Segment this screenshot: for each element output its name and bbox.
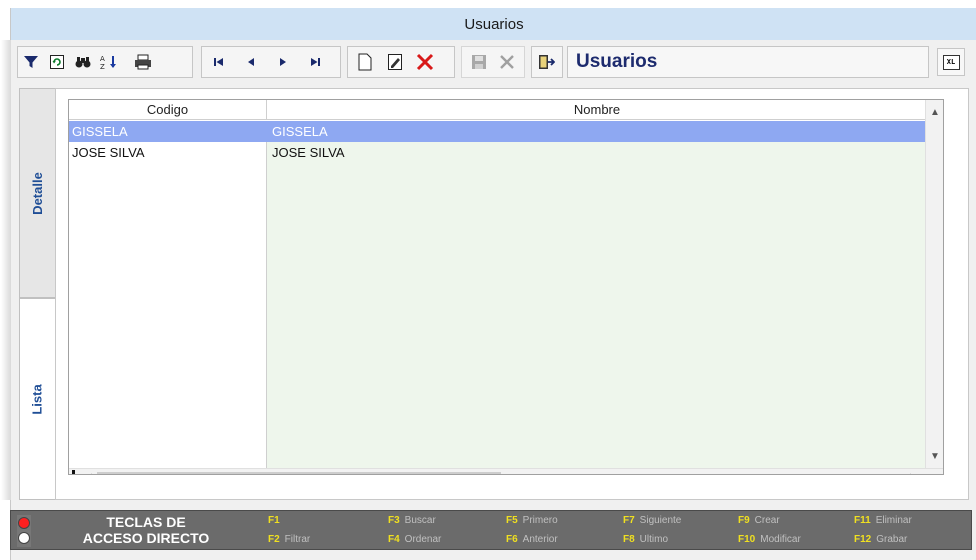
list-panel: Codigo Nombre GISSELA GISSELA JOSE SILVA… <box>55 88 969 500</box>
tab-lista-label: Lista <box>30 383 45 415</box>
last-record-icon[interactable] <box>304 50 326 74</box>
toolbar-group-save <box>461 46 525 78</box>
shortcut-f3: F3 Buscar <box>388 515 436 526</box>
shortcut-f12: F12 Grabar <box>854 534 908 545</box>
horizontal-scroll-thumb[interactable] <box>97 472 501 474</box>
toolbar: AZ Usuarios XL <box>11 42 976 84</box>
shortcut-keys-title-line2: ACCESO DIRECTO <box>82 530 210 546</box>
vertical-scrollbar[interactable]: ▲ ▼ <box>925 100 943 468</box>
find-icon[interactable] <box>72 50 94 74</box>
window-title: Usuarios <box>464 15 524 33</box>
cancel-icon[interactable] <box>496 50 518 74</box>
view-tabs: Detalle Lista <box>19 88 55 500</box>
tab-lista[interactable]: Lista <box>19 298 55 500</box>
form-title: Usuarios <box>576 51 658 72</box>
users-grid: Codigo Nombre GISSELA GISSELA JOSE SILVA… <box>68 99 944 475</box>
table-row[interactable]: JOSE SILVA JOSE SILVA <box>69 142 927 163</box>
toolbar-group-navigation <box>201 46 341 78</box>
svg-text:A: A <box>100 55 105 63</box>
shortcut-keys-title: TECLAS DE ACCESO DIRECTO <box>51 514 241 546</box>
new-document-icon[interactable] <box>354 50 376 74</box>
column-header-codigo[interactable]: Codigo <box>69 100 267 120</box>
shortcut-f7: F7 Siguiente <box>623 515 682 526</box>
shortcut-f6: F6 Anterior <box>506 534 558 545</box>
table-row[interactable]: GISSELA GISSELA <box>69 121 927 142</box>
filter-icon[interactable] <box>20 50 42 74</box>
sort-icon[interactable]: AZ <box>98 50 120 74</box>
window-titlebar[interactable]: Usuarios <box>11 8 976 40</box>
print-icon[interactable] <box>132 50 154 74</box>
toolbar-group-edit <box>347 46 455 78</box>
scroll-up-icon[interactable]: ▲ <box>926 104 943 120</box>
record-indicator <box>72 470 75 474</box>
cell-nombre: JOSE SILVA <box>272 145 345 160</box>
cell-codigo: GISSELA <box>72 124 128 139</box>
red-light-icon <box>18 517 30 529</box>
scroll-right-icon[interactable]: ▶ <box>905 469 923 475</box>
horizontal-scrollbar[interactable]: ◀ ▶ <box>69 468 943 475</box>
scroll-left-icon[interactable]: ◀ <box>79 469 97 475</box>
export-xls-icon: XL <box>942 54 960 70</box>
form-title-box: Usuarios <box>567 46 929 78</box>
nombre-column <box>267 121 927 468</box>
shortcut-f2: F2 Filtrar <box>268 534 311 545</box>
edit-document-icon[interactable] <box>384 50 406 74</box>
shortcut-f11: F11 Eliminar <box>854 515 912 526</box>
usuarios-window: Usuarios AZ Usuarios XL Detalle Lista Co… <box>1 8 976 560</box>
shortcut-f1: F1 <box>268 515 280 526</box>
svg-text:Z: Z <box>100 63 105 70</box>
left-edge-shadow <box>1 40 11 500</box>
cell-codigo: JOSE SILVA <box>72 145 145 160</box>
delete-icon[interactable] <box>414 50 436 74</box>
shortcut-keys-bar: TECLAS DE ACCESO DIRECTO F1 F2 Filtrar F3… <box>10 510 972 550</box>
shortcut-f5: F5 Primero <box>506 515 558 526</box>
tab-detalle[interactable]: Detalle <box>19 88 55 298</box>
exit-icon[interactable] <box>535 50 557 74</box>
scroll-down-icon[interactable]: ▼ <box>926 448 943 464</box>
shortcut-f8: F8 Ultimo <box>623 534 669 545</box>
export-xls-button[interactable]: XL <box>937 48 965 76</box>
codigo-column <box>69 121 267 468</box>
shortcut-f10: F10 Modificar <box>738 534 801 545</box>
first-record-icon[interactable] <box>208 50 230 74</box>
cell-nombre: GISSELA <box>272 124 328 139</box>
refresh-icon[interactable] <box>46 50 68 74</box>
toolbar-group-exit <box>531 46 563 78</box>
shortcut-f9: F9 Crear <box>738 515 780 526</box>
save-icon[interactable] <box>468 50 490 74</box>
shortcut-f4: F4 Ordenar <box>388 534 442 545</box>
shortcut-keys-title-line1: TECLAS DE <box>106 514 186 530</box>
tab-detalle-label: Detalle <box>30 171 46 215</box>
white-light-icon <box>18 532 30 544</box>
previous-record-icon[interactable] <box>240 50 262 74</box>
next-record-icon[interactable] <box>272 50 294 74</box>
status-lights <box>17 515 31 547</box>
column-header-nombre[interactable]: Nombre <box>267 100 927 120</box>
toolbar-group-search: AZ <box>17 46 193 78</box>
